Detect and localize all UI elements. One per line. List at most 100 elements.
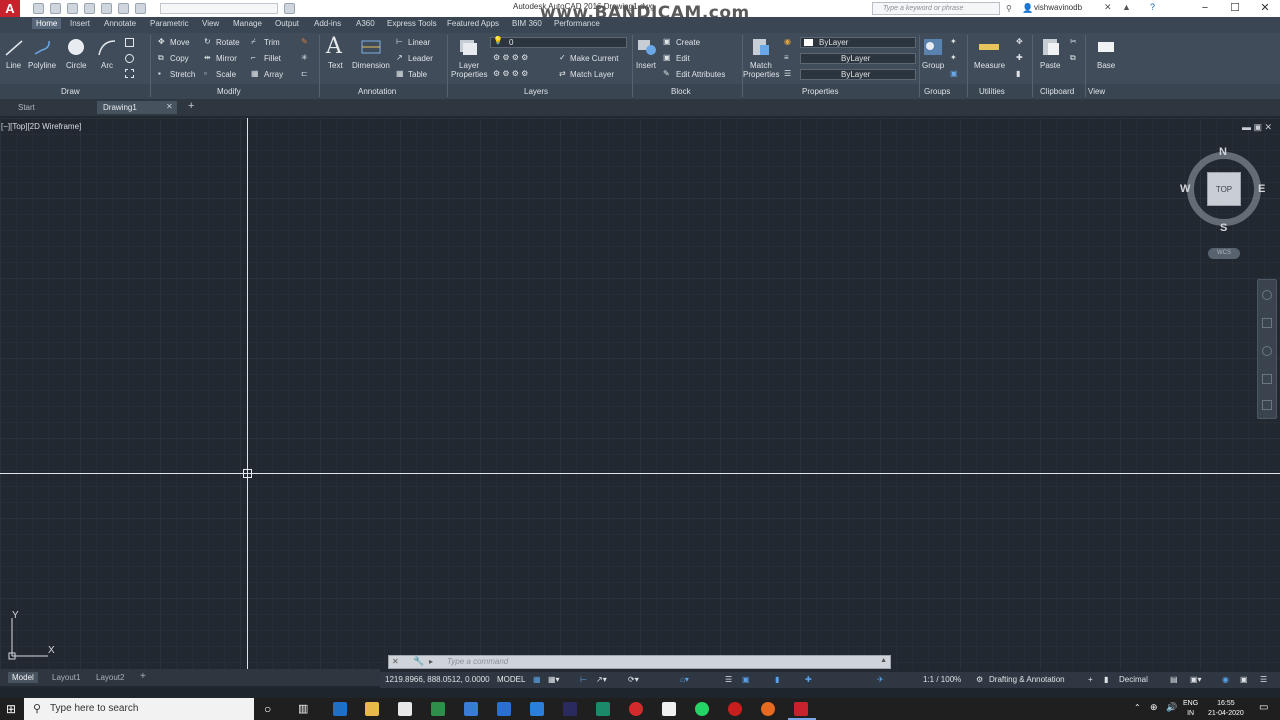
notifications-icon[interactable]: ▭ (1259, 702, 1268, 713)
bandicam-icon[interactable] (728, 702, 742, 716)
layer-properties-label-1[interactable]: Layer (459, 61, 479, 70)
store-icon[interactable] (464, 702, 478, 716)
leader-icon[interactable]: ↗ (396, 53, 403, 62)
layer-properties-icon[interactable] (457, 37, 479, 57)
units-dropdown[interactable]: Decimal (1119, 675, 1148, 684)
autodesk-a360-icon[interactable]: ▲ (1122, 2, 1131, 12)
lock-ui-icon[interactable]: ▣▾ (1190, 675, 1202, 684)
maximize-icon[interactable]: ☐ (1220, 0, 1250, 17)
user-name[interactable]: vishwavinodb (1034, 3, 1082, 12)
dropbox-icon[interactable] (398, 702, 412, 716)
copy-clip-icon[interactable]: ⧉ (1070, 53, 1076, 63)
layout2-tab[interactable]: Layout2 (92, 672, 128, 683)
utilities-panel-title[interactable]: Utilities (979, 87, 1005, 96)
rotate-icon[interactable]: ↻ (204, 37, 211, 46)
wcs-menu[interactable]: WCS (1208, 248, 1240, 259)
color-dropdown[interactable]: ByLayer (800, 37, 916, 48)
line-button[interactable]: Line (6, 61, 21, 70)
paste-button[interactable]: Paste (1040, 61, 1060, 70)
polar-icon[interactable]: ↗▾ (596, 675, 607, 684)
compass-west[interactable]: W (1180, 183, 1190, 195)
table-icon[interactable]: ▦ (396, 69, 404, 78)
layer-tools-icon[interactable]: ⚙ ⚙ ⚙ ⚙ (493, 53, 528, 62)
word-icon[interactable] (497, 702, 511, 716)
tab-manage[interactable]: Manage (233, 19, 262, 28)
viewport-window-controls[interactable]: ▬ ▣ ✕ (1242, 122, 1272, 133)
drawing-canvas[interactable]: [−][Top][2D Wireframe] ▬ ▣ ✕ (0, 118, 1280, 669)
tab-insert[interactable]: Insert (70, 19, 90, 28)
clean-screen-icon[interactable]: ▣ (1240, 675, 1248, 684)
excel-icon[interactable] (431, 702, 445, 716)
mirror-button[interactable]: Mirror (216, 54, 237, 63)
draw-panel-title[interactable]: Draw (61, 87, 80, 96)
layer-tools-row2-icon[interactable]: ⚙ ⚙ ⚙ ⚙ (493, 69, 528, 78)
taskbar-search-input[interactable]: Type here to search (24, 698, 254, 720)
match-layer-button[interactable]: Match Layer (570, 70, 614, 79)
tab-performance[interactable]: Performance (554, 19, 600, 28)
orbit-icon[interactable] (1262, 374, 1272, 384)
minimize-icon[interactable]: − (1190, 0, 1220, 17)
viewcube[interactable]: TOP N S E W WCS (1180, 146, 1265, 262)
exchange-apps-icon[interactable]: ✕ (1104, 2, 1112, 13)
workspace-gear-icon[interactable]: ⚙ (976, 675, 983, 684)
navigation-bar[interactable] (1257, 279, 1277, 419)
text-button[interactable]: Text (328, 61, 343, 70)
arc-icon[interactable] (96, 38, 118, 58)
linear-dropdown[interactable]: Linear (408, 38, 430, 47)
opera-icon[interactable] (629, 702, 643, 716)
annotation-scale-value[interactable]: 1:1 / 100% (923, 675, 961, 684)
linear-dimension-icon[interactable]: ⊢ (396, 37, 403, 46)
plot-icon[interactable] (101, 3, 112, 14)
fillet-button[interactable]: Fillet (264, 54, 281, 63)
tab-parametric[interactable]: Parametric (150, 19, 189, 28)
copy-button[interactable]: Copy (170, 54, 189, 63)
move-button[interactable]: Move (170, 38, 190, 47)
dynamic-ucs-icon[interactable]: ▮ (775, 675, 779, 684)
text-icon[interactable]: A (326, 34, 342, 59)
dimension-icon[interactable] (360, 37, 382, 57)
help-search-input[interactable]: Type a keyword or phrase (872, 2, 1000, 15)
trim-icon[interactable]: ⌿ (251, 37, 256, 47)
command-line[interactable]: ✕ 🔧 ▸ Type a command ▲ (388, 655, 891, 669)
group-button[interactable]: Group (922, 61, 944, 70)
measure-button[interactable]: Measure (974, 61, 1005, 70)
groups-panel-title[interactable]: Groups (924, 87, 950, 96)
grid-icon[interactable]: ▦ (533, 675, 541, 684)
base-button[interactable]: Base (1097, 61, 1115, 70)
taskbar-clock[interactable]: 16:55 21-04-2020 (1208, 699, 1244, 719)
tray-chevron-icon[interactable]: ⌃ (1134, 703, 1141, 712)
share-icon[interactable] (284, 3, 295, 14)
boundary-icon[interactable] (125, 69, 134, 78)
annotation-monitor-icon[interactable]: ✚ (805, 675, 812, 684)
cortana-icon[interactable]: ○ (264, 702, 271, 716)
drawing1-tab[interactable]: Drawing1 (97, 101, 177, 114)
new-layout-icon[interactable]: + (136, 670, 150, 683)
annotation-scale-icon[interactable]: ✈ (877, 675, 884, 684)
compass-east[interactable]: E (1258, 183, 1265, 195)
layer-dropdown[interactable]: 0 (490, 37, 627, 48)
workspace-dropdown[interactable] (160, 3, 278, 14)
modify-panel-title[interactable]: Modify (217, 87, 241, 96)
annotation-monitor-plus-icon[interactable]: + (1088, 675, 1093, 684)
edit-attributes-icon[interactable]: ✎ (663, 69, 670, 78)
tab-home[interactable]: Home (32, 18, 62, 29)
move-icon[interactable]: ✥ (158, 37, 165, 46)
edit-block-icon[interactable]: ▣ (663, 53, 671, 62)
measure-icon[interactable] (978, 37, 1000, 57)
block-panel-title[interactable]: Block (671, 87, 691, 96)
linetype-dropdown[interactable]: ByLayer (800, 69, 916, 80)
viewport-controls[interactable]: [−][Top][2D Wireframe] (1, 122, 81, 131)
arc-button[interactable]: Arc (101, 61, 113, 70)
trim-button[interactable]: Trim (264, 38, 280, 47)
make-current-icon[interactable]: ✓ (559, 53, 566, 62)
tab-annotate[interactable]: Annotate (104, 19, 136, 28)
model-space-button[interactable]: MODEL (497, 675, 525, 684)
create-button[interactable]: Create (676, 38, 700, 47)
annotation-panel-title[interactable]: Annotation (358, 87, 396, 96)
mirror-icon[interactable]: ⇹ (204, 53, 211, 62)
array-button[interactable]: Array (264, 70, 283, 79)
group-icon[interactable] (922, 37, 944, 57)
polyline-icon[interactable] (32, 38, 54, 58)
network-icon[interactable]: ⊕ (1150, 702, 1158, 713)
command-customize-icon[interactable]: 🔧 (413, 656, 424, 667)
